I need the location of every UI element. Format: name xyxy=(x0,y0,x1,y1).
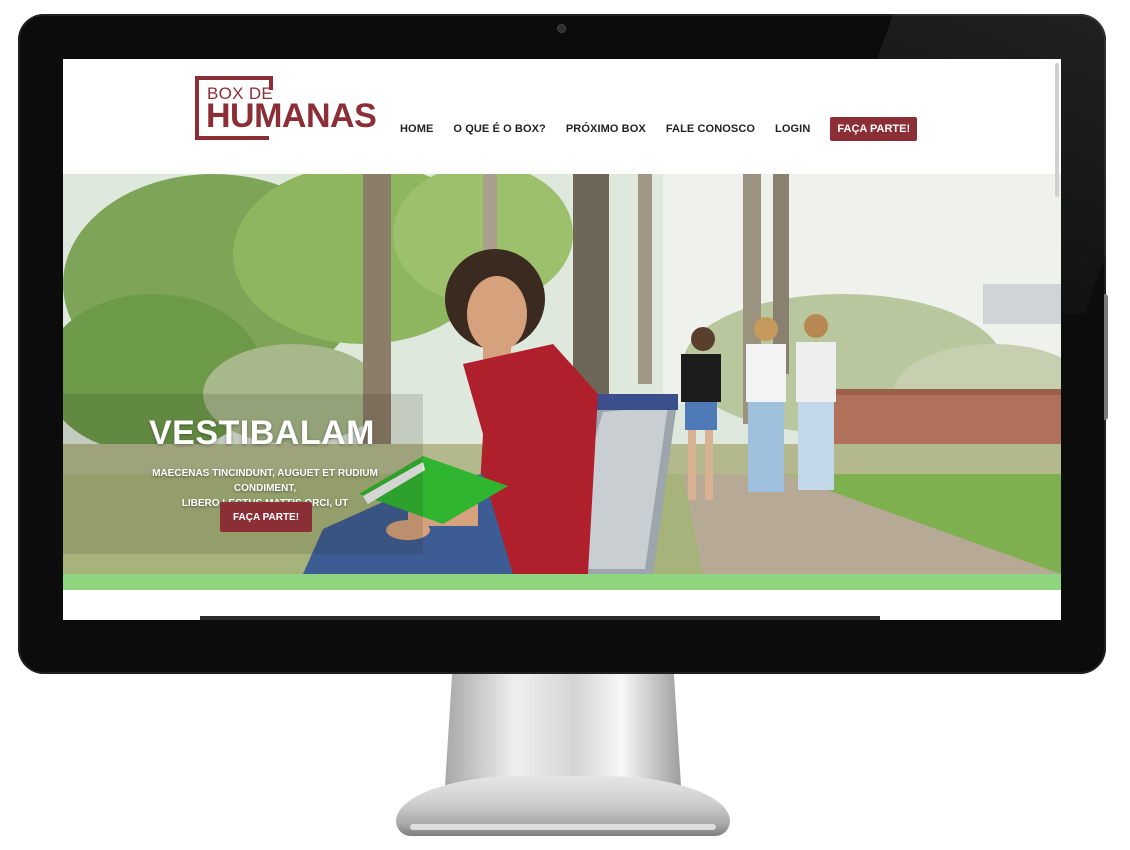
monitor-side-button xyxy=(1104,294,1108,420)
monitor-bezel: BOX DE HUMANAS HOME O QUE É O BOX? PRÓXI… xyxy=(18,14,1106,674)
accent-strip xyxy=(63,574,1061,590)
site-header: BOX DE HUMANAS HOME O QUE É O BOX? PRÓXI… xyxy=(63,59,1061,174)
hero-title: VESTIBALAM xyxy=(149,414,375,452)
nav-item-about[interactable]: O QUE É O BOX? xyxy=(453,123,545,135)
nav-item-home[interactable]: HOME xyxy=(400,123,433,135)
hero-subtitle-line-1: MAECENAS TINCINDUNT, AUGUET ET RUDIUM CO… xyxy=(152,468,378,494)
nav-item-next-box[interactable]: PRÓXIMO BOX xyxy=(566,123,646,135)
hero-banner: VESTIBALAM MAECENAS TINCINDUNT, AUGUET E… xyxy=(63,174,1061,574)
nav-item-contact[interactable]: FALE CONOSCO xyxy=(666,123,755,135)
content-divider xyxy=(200,616,880,620)
page-scrollbar[interactable] xyxy=(1055,63,1059,197)
main-nav: HOME O QUE É O BOX? PRÓXIMO BOX FALE CON… xyxy=(400,116,918,142)
monitor-base-highlight xyxy=(410,824,716,830)
webcam xyxy=(558,25,565,32)
logo-big-text: HUMANAS xyxy=(206,97,377,135)
nav-item-login[interactable]: LOGIN xyxy=(775,123,810,135)
site-logo[interactable]: BOX DE HUMANAS xyxy=(195,76,377,144)
browser-screen: BOX DE HUMANAS HOME O QUE É O BOX? PRÓXI… xyxy=(63,59,1061,620)
hero-join-button[interactable]: FAÇA PARTE! xyxy=(220,502,312,532)
monitor-stand-neck xyxy=(445,674,681,786)
hero-photo xyxy=(63,174,1061,574)
nav-join-button[interactable]: FAÇA PARTE! xyxy=(830,117,918,141)
